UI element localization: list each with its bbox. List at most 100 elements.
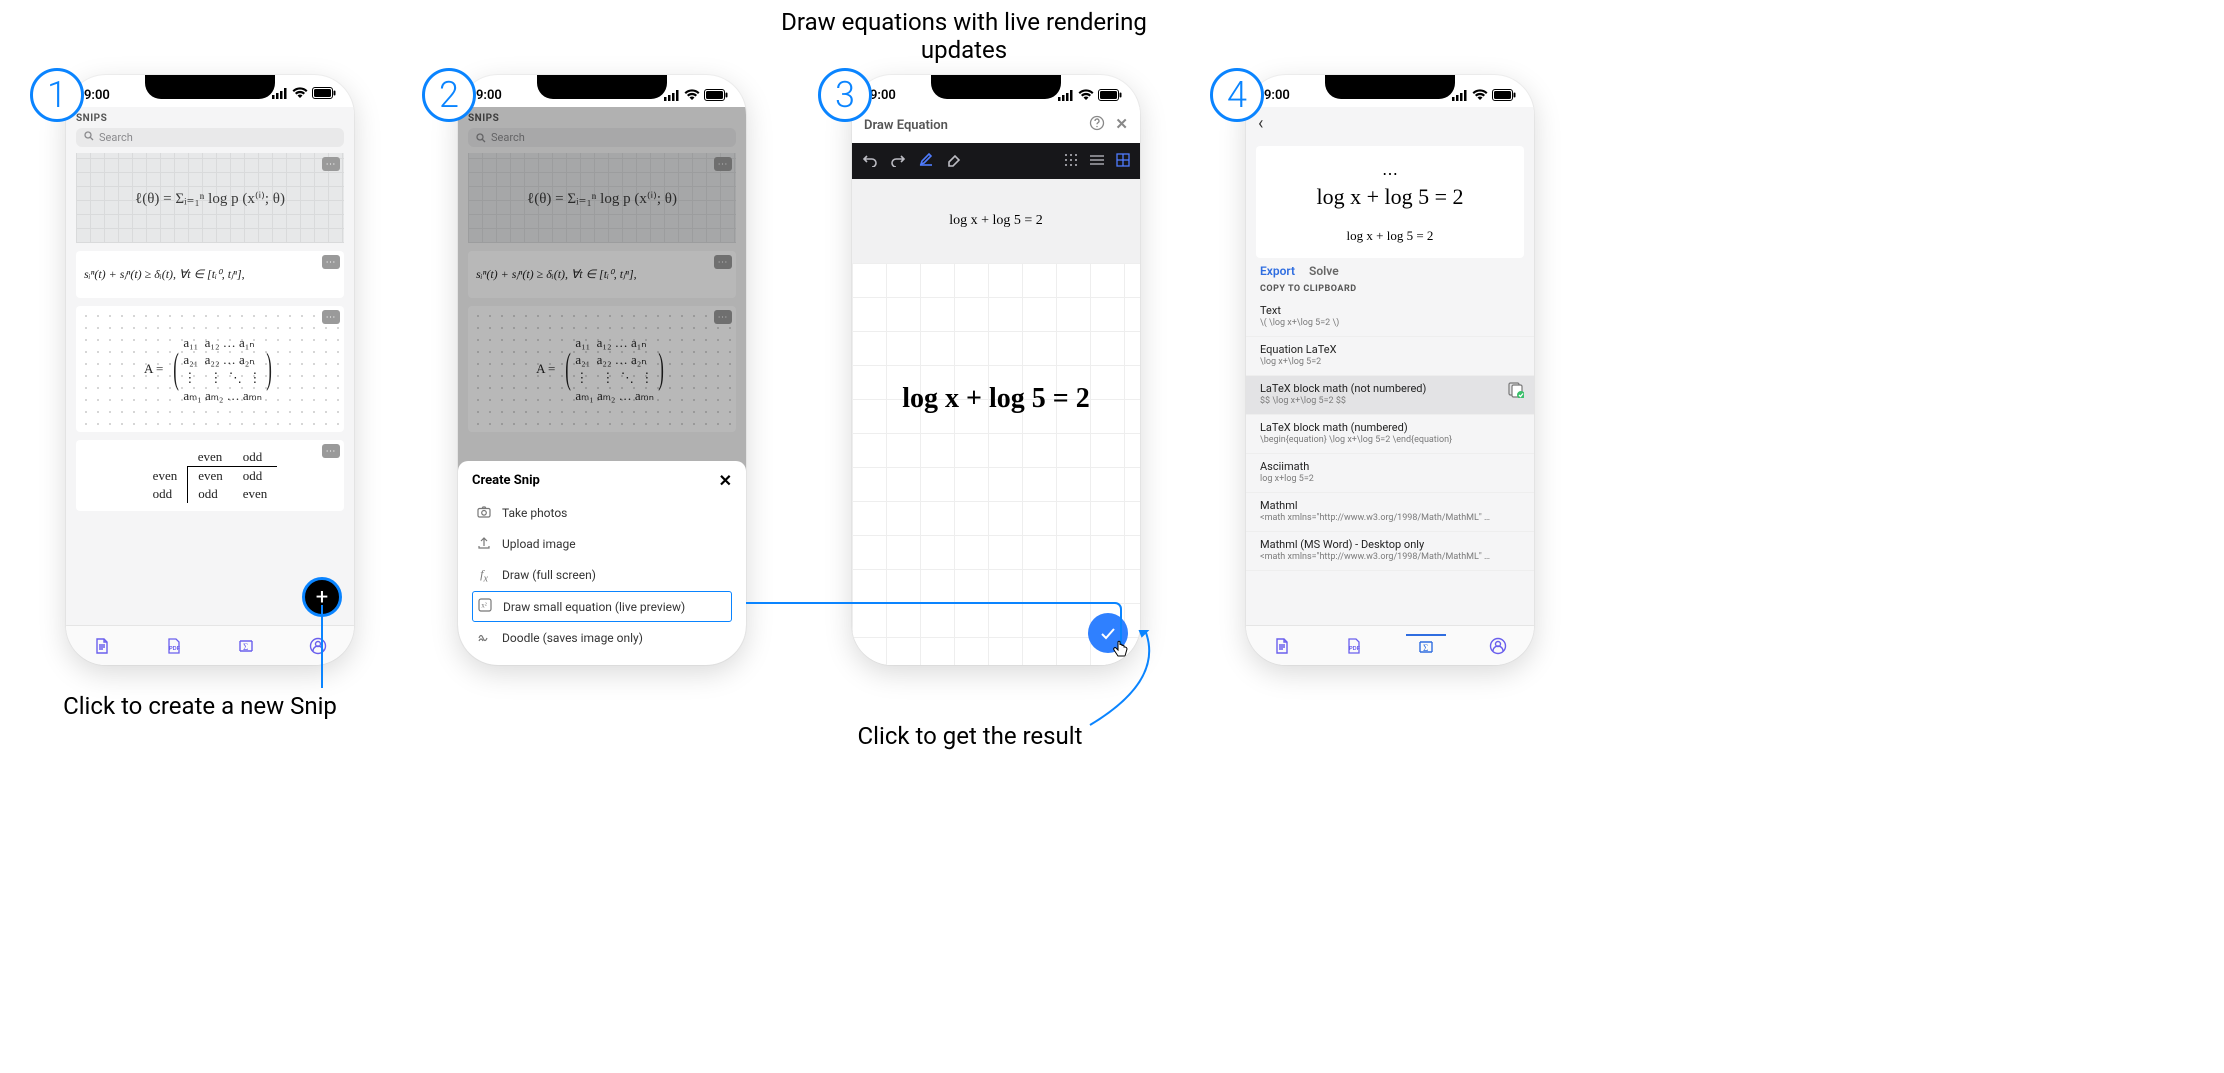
result-tabs: Export Solve	[1246, 264, 1534, 278]
copy-list: Text\( \log x+\log 5=2 \)Equation LaTeX\…	[1246, 298, 1534, 625]
more-icon[interactable]: ⋯	[322, 255, 340, 269]
sheet-item-eq[interactable]: x² Draw small equation (live preview)	[472, 591, 732, 622]
tab-bar: PDF Σ	[1246, 625, 1534, 665]
svg-text:x²: x²	[481, 602, 487, 610]
back-button[interactable]: ‹	[1246, 107, 1534, 140]
status-icons	[272, 87, 336, 103]
more-icon[interactable]: ⋯	[322, 310, 340, 324]
copy-item[interactable]: Equation LaTeX\log x+\log 5=2	[1246, 337, 1534, 376]
tab-sigma[interactable]: Σ	[1406, 634, 1446, 656]
close-icon[interactable]: ✕	[1115, 115, 1128, 135]
copy-item-sub: <math xmlns="http://www.w3.org/1998/Math…	[1260, 513, 1490, 523]
tab-account[interactable]	[298, 637, 338, 655]
th: odd	[233, 448, 278, 467]
even-odd-table: evenodd evenevenodd oddoddeven	[143, 448, 278, 503]
m: aₘ₂	[205, 388, 223, 403]
help-icon[interactable]	[1089, 115, 1105, 135]
paren-right-icon: )	[266, 345, 272, 393]
snip-card-4[interactable]: ⋯ evenodd evenevenodd oddoddeven	[76, 440, 344, 511]
tab-solve[interactable]: Solve	[1309, 264, 1339, 278]
caption-step3: Click to get the result	[770, 722, 1170, 750]
m: …	[223, 335, 236, 350]
copy-item-sub: \log x+\log 5=2	[1260, 357, 1490, 367]
sheet-item-camera[interactable]: Take photos	[472, 498, 732, 529]
copy-item[interactable]: LaTeX block math (numbered)\begin{equati…	[1246, 415, 1534, 454]
upload-icon	[476, 536, 492, 553]
sheet-item-scribble[interactable]: Doodle (saves image only)	[472, 622, 732, 653]
th	[143, 448, 188, 467]
phone-3: 9:00 Draw Equation ✕	[852, 75, 1140, 665]
tab-sigma[interactable]: Σ	[226, 637, 266, 655]
snip-card-1[interactable]: ⋯ ℓ(θ) = Σᵢ₌₁ⁿ log p (x⁽ⁱ⁾; θ)	[76, 153, 344, 243]
phone-4: 9:00 ‹ ⋯ log x + log 5 = 2 log x + log 5…	[1246, 75, 1534, 665]
eraser-icon[interactable]	[946, 151, 962, 171]
grid-squares-icon[interactable]	[1116, 152, 1130, 171]
tab-pdf[interactable]: PDF	[1334, 637, 1374, 655]
copy-item[interactable]: Asciimathlog x+log 5=2	[1246, 454, 1534, 493]
section-copy: COPY TO CLIPBOARD	[1246, 278, 1534, 298]
m: aₘₙ	[243, 388, 262, 403]
status-time: 9:00	[1264, 88, 1290, 103]
snip-card-2[interactable]: ⋯ sᵢⁿ(t) + sⱼⁿ(t) ≥ δᵢ(t), ∀t ∈ [tᵢ⁰, tⱼ…	[76, 251, 344, 298]
search-icon	[84, 131, 94, 144]
status-time: 9:00	[476, 88, 502, 103]
tab-doc[interactable]	[1262, 637, 1302, 655]
m: …	[223, 352, 236, 367]
chevron-left-icon: ‹	[1258, 113, 1263, 134]
undo-icon[interactable]	[862, 152, 878, 171]
tab-account[interactable]	[1478, 637, 1518, 655]
notch	[931, 75, 1061, 99]
snip-card-3[interactable]: ⋯ A = ( a₁₁ a₁₂ … a₁ₙ a₂₁ a₂₂ … a₂ₙ ⋮ ⋮ …	[76, 306, 344, 432]
caption-step1: Click to create a new Snip	[0, 692, 400, 720]
sheet-item-upload[interactable]: Upload image	[472, 529, 732, 560]
draw-toolbar	[852, 143, 1140, 179]
snip-formula-2: sᵢⁿ(t) + sⱼⁿ(t) ≥ δᵢ(t), ∀t ∈ [tᵢ⁰, tⱼⁿ]…	[84, 267, 245, 281]
search-input[interactable]: Search	[76, 128, 344, 147]
status-time: 9:00	[84, 88, 110, 103]
battery-icon	[312, 87, 336, 103]
copy-item-title: LaTeX block math (not numbered)	[1260, 382, 1520, 395]
grid-lines-icon[interactable]	[1090, 152, 1104, 171]
svg-text:Σ: Σ	[243, 642, 248, 652]
matrix-body: a₁₁ a₁₂ … a₁ₙ a₂₁ a₂₂ … a₂ₙ ⋮ ⋮ ⋱ ⋮ aₘ₁ …	[183, 334, 262, 404]
sheet-item-label: Draw small equation (live preview)	[503, 600, 685, 614]
m: a₂ₙ	[239, 352, 254, 367]
snips-header: SNIPS	[66, 107, 354, 128]
td: odd	[188, 485, 233, 503]
result-card: ⋯ log x + log 5 = 2 log x + log 5 = 2	[1256, 146, 1524, 258]
m: …	[227, 388, 240, 403]
redo-icon[interactable]	[890, 152, 906, 171]
search-placeholder: Search	[99, 131, 133, 144]
drawing-canvas[interactable]: log x + log 5 = 2	[852, 263, 1140, 665]
result-small: log x + log 5 = 2	[1266, 228, 1514, 244]
step-badge-3: 3	[818, 68, 872, 122]
close-icon[interactable]: ✕	[719, 471, 732, 490]
more-icon[interactable]: ⋯	[322, 157, 340, 171]
scribble-icon	[476, 629, 492, 646]
result-big: log x + log 5 = 2	[1266, 184, 1514, 210]
copy-item-title: Text	[1260, 304, 1520, 317]
notch	[145, 75, 275, 99]
cursor-hand-icon	[1110, 639, 1132, 661]
caption-top: Draw equations with live rendering updat…	[764, 8, 1164, 64]
create-snip-fab[interactable]: +	[302, 577, 342, 617]
more-icon[interactable]: ⋯	[322, 444, 340, 458]
camera-icon	[476, 505, 492, 522]
copy-item-sub: \begin{equation} \log x+\log 5=2 \end{eq…	[1260, 435, 1490, 445]
copy-item[interactable]: LaTeX block math (not numbered)$$ \log x…	[1246, 376, 1534, 415]
copy-item[interactable]: Mathml<math xmlns="http://www.w3.org/199…	[1246, 493, 1534, 532]
create-snip-sheet: Create Snip ✕ Take photosUpload imagefxD…	[458, 461, 746, 665]
more-icon[interactable]: ⋯	[1266, 164, 1514, 184]
m: a₂₁	[183, 352, 198, 367]
svg-text:PDF: PDF	[1349, 646, 1361, 652]
tab-pdf[interactable]: PDF	[154, 637, 194, 655]
td: even	[188, 467, 233, 486]
snip-list[interactable]: ⋯ ℓ(θ) = Σᵢ₌₁ⁿ log p (x⁽ⁱ⁾; θ) ⋯ sᵢⁿ(t) …	[66, 153, 354, 625]
copy-item[interactable]: Mathml (MS Word) - Desktop only<math xml…	[1246, 532, 1534, 571]
grid-dots-icon[interactable]	[1064, 152, 1078, 171]
pen-icon[interactable]	[918, 151, 934, 171]
tab-export[interactable]: Export	[1260, 264, 1295, 278]
sheet-item-fx[interactable]: fxDraw (full screen)	[472, 560, 732, 591]
tab-doc[interactable]	[82, 637, 122, 655]
copy-item[interactable]: Text\( \log x+\log 5=2 \)	[1246, 298, 1534, 337]
